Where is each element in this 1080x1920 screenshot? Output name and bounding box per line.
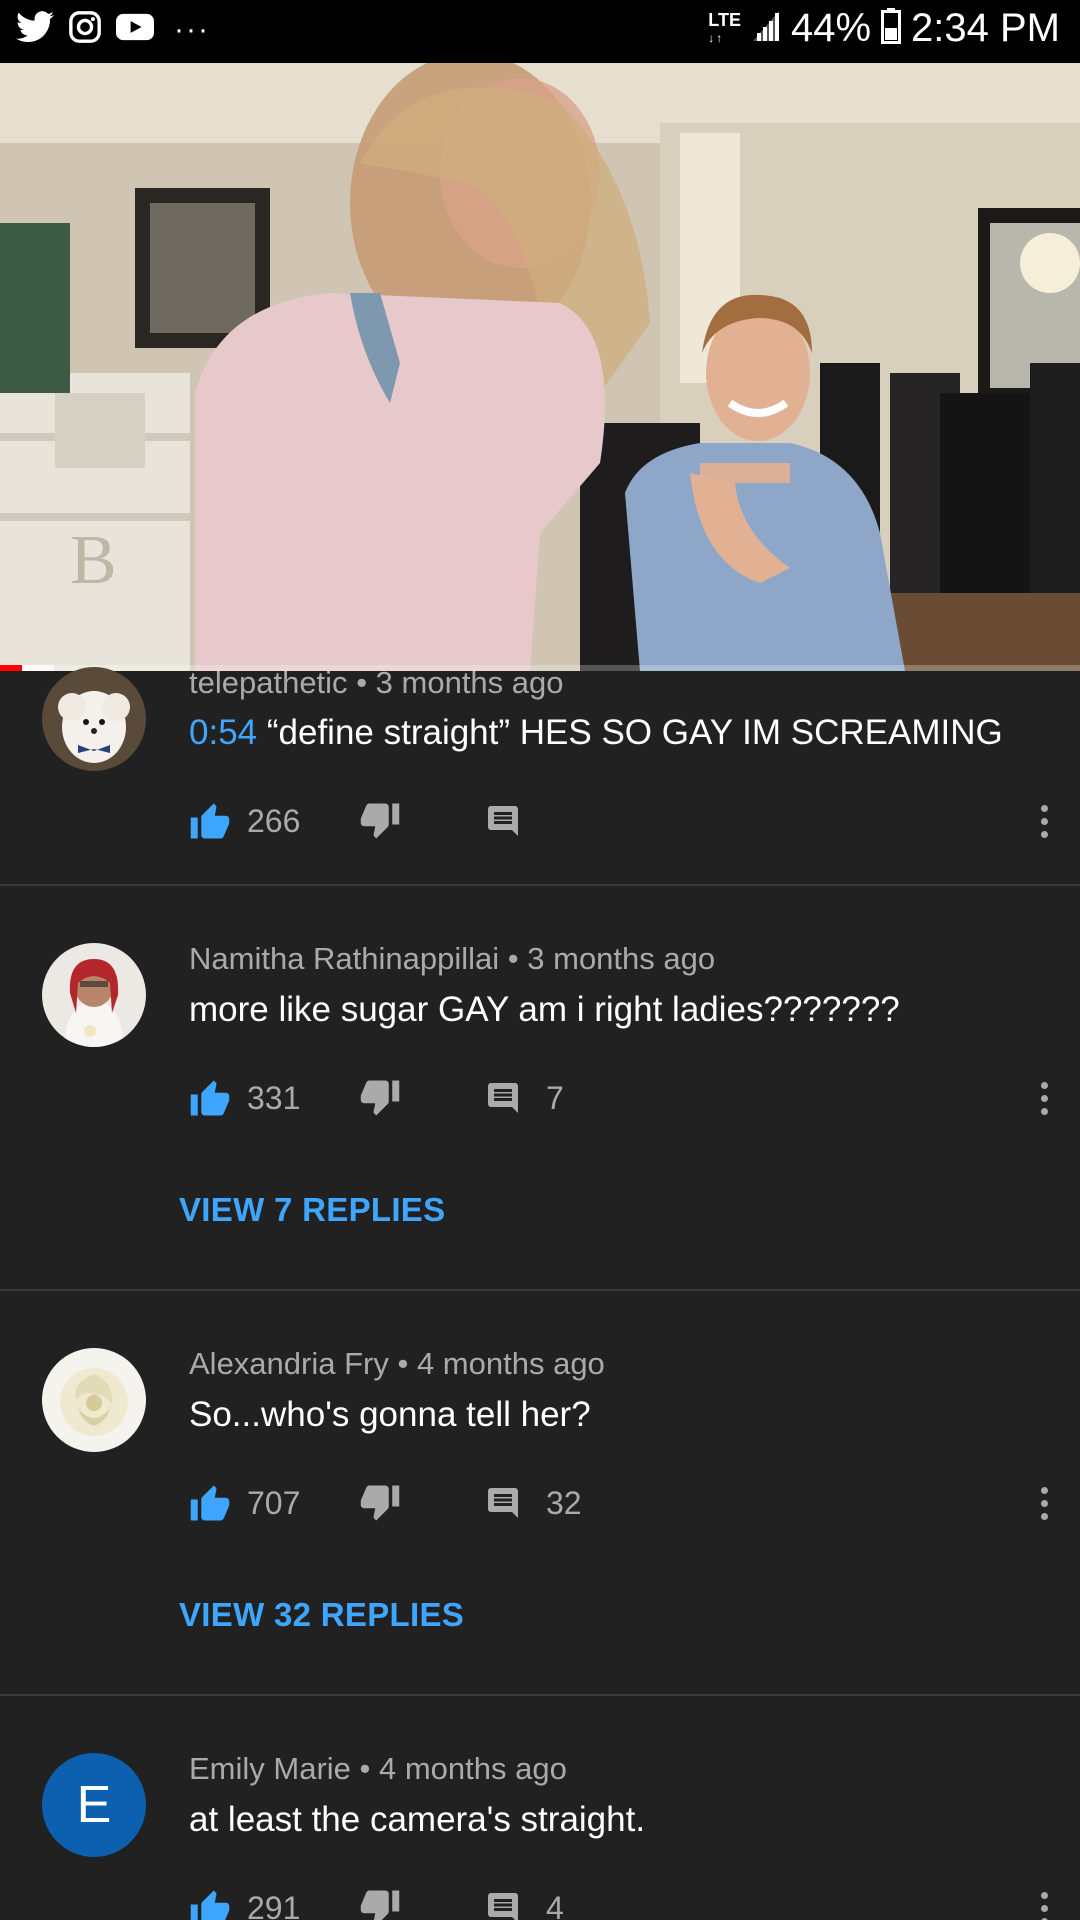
comment-item: Namitha Rathinappillai • 3 months ago mo…	[0, 886, 1080, 1291]
comment-meta: telepathetic • 3 months ago	[189, 665, 564, 701]
reply-count: 7	[546, 1079, 564, 1116]
comment-actions: 266	[189, 796, 546, 846]
comment-author[interactable]: Namitha Rathinappillai	[189, 941, 499, 976]
reply-count: 4	[546, 1889, 564, 1920]
like-count: 707	[247, 1484, 301, 1521]
signal-icon	[751, 9, 781, 48]
separator-dot: •	[507, 941, 528, 976]
svg-text:B: B	[70, 522, 117, 599]
dislike-button[interactable]	[359, 1483, 484, 1523]
comment-item: E Emily Marie • 4 months ago at least th…	[0, 1696, 1080, 1920]
more-options-icon[interactable]	[1034, 1073, 1054, 1123]
comment-actions: 331 7	[189, 1073, 564, 1123]
comment-time: 3 months ago	[527, 941, 716, 976]
like-button[interactable]: 331	[189, 1078, 359, 1118]
comment-text: So...who's gonna tell her?	[189, 1395, 591, 1435]
separator-dot: •	[397, 1346, 417, 1381]
comment-author[interactable]: Emily Marie	[189, 1751, 351, 1786]
comment-author[interactable]: Alexandria Fry	[189, 1346, 389, 1381]
avatar[interactable]: E	[42, 1753, 146, 1857]
comment-time: 4 months ago	[379, 1751, 567, 1786]
thumbs-down-icon	[359, 1483, 401, 1523]
clock: 2:34 PM	[911, 6, 1060, 50]
separator-dot: •	[356, 665, 376, 700]
comment-icon	[484, 803, 522, 839]
like-count: 291	[247, 1889, 301, 1920]
like-count: 331	[247, 1079, 301, 1116]
comment-meta: Namitha Rathinappillai • 3 months ago	[189, 941, 715, 977]
avatar-letter: E	[76, 1776, 112, 1834]
reply-button[interactable]	[484, 803, 546, 839]
notification-overflow-icon: ···	[174, 12, 210, 46]
comment-text: more like sugar GAY am i right ladies???…	[189, 990, 900, 1030]
thumbs-down-icon	[359, 1078, 401, 1118]
comment-text: at least the camera's straight.	[189, 1800, 645, 1840]
reply-button[interactable]: 32	[484, 1485, 582, 1522]
comment-body: So...who's gonna tell her?	[189, 1395, 591, 1434]
reply-button[interactable]: 4	[484, 1890, 564, 1920]
comment-time: 4 months ago	[416, 1346, 605, 1381]
more-options-icon[interactable]	[1034, 796, 1054, 846]
separator-dot: •	[359, 1751, 379, 1786]
instagram-icon	[68, 10, 102, 49]
avatar[interactable]	[42, 943, 146, 1047]
thumbs-up-icon	[189, 1078, 231, 1118]
avatar[interactable]	[42, 1348, 146, 1452]
like-button[interactable]: 291	[189, 1888, 359, 1920]
battery-percent: 44%	[790, 6, 872, 50]
like-count: 266	[247, 802, 301, 839]
status-bar: ··· LTE ↓↑ 44% 2:34 PM	[0, 0, 1080, 63]
dislike-button[interactable]	[359, 1888, 484, 1920]
comment-body: at least the camera's straight.	[189, 1800, 646, 1839]
comment-text: 0:54 “define straight” HES SO GAY IM SCR…	[189, 713, 1003, 753]
comment-time: 3 months ago	[375, 665, 564, 700]
comment-meta: Alexandria Fry • 4 months ago	[189, 1346, 605, 1382]
more-options-icon[interactable]	[1034, 1478, 1054, 1528]
more-options-icon[interactable]	[1034, 1883, 1054, 1920]
thumbs-up-icon	[189, 1888, 231, 1920]
comment-item: Alexandria Fry • 4 months ago So...who's…	[0, 1291, 1080, 1696]
view-replies-button[interactable]: VIEW 32 REPLIES	[179, 1596, 464, 1634]
dislike-button[interactable]	[359, 801, 484, 841]
comment-item: telepathetic • 3 months ago 0:54 “define…	[0, 665, 1080, 886]
video-player[interactable]: B	[0, 63, 1080, 671]
comment-body: more like sugar GAY am i right ladies???…	[189, 990, 900, 1029]
comment-meta: Emily Marie • 4 months ago	[189, 1751, 567, 1787]
reply-count: 32	[546, 1484, 582, 1521]
video-frame: B	[0, 63, 1080, 671]
network-type: LTE ↓↑	[708, 9, 741, 45]
twitter-icon	[16, 10, 54, 49]
comment-actions: 291 4	[189, 1883, 564, 1920]
comment-icon	[484, 1890, 522, 1920]
comment-icon	[484, 1080, 522, 1116]
comment-body: “define straight” HES SO GAY IM SCREAMIN…	[266, 713, 1003, 752]
dislike-button[interactable]	[359, 1078, 484, 1118]
comment-author[interactable]: telepathetic	[189, 665, 348, 700]
thumbs-down-icon	[359, 801, 401, 841]
youtube-icon	[116, 12, 154, 47]
view-replies-button[interactable]: VIEW 7 REPLIES	[179, 1191, 445, 1229]
battery-icon	[881, 8, 902, 49]
thumbs-up-icon	[189, 801, 231, 841]
like-button[interactable]: 266	[189, 801, 359, 841]
comments-list: telepathetic • 3 months ago 0:54 “define…	[0, 665, 1080, 1920]
comment-icon	[484, 1485, 522, 1521]
comment-actions: 707 32	[189, 1478, 582, 1528]
reply-button[interactable]: 7	[484, 1080, 564, 1117]
thumbs-down-icon	[359, 1888, 401, 1920]
timestamp-link[interactable]: 0:54	[189, 713, 267, 752]
like-button[interactable]: 707	[189, 1483, 359, 1523]
avatar[interactable]	[42, 667, 146, 771]
thumbs-up-icon	[189, 1483, 231, 1523]
